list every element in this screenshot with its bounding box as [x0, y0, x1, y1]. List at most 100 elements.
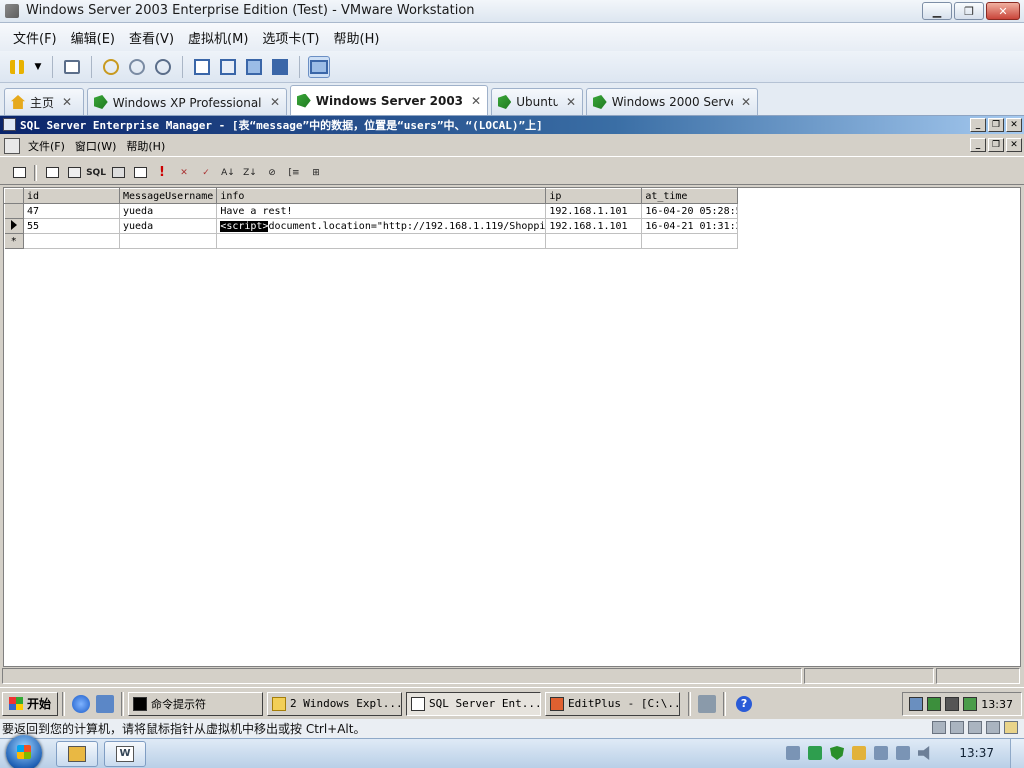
cell-ip[interactable]: 192.168.1.101 — [545, 203, 643, 219]
task-windows-explorer[interactable]: 2 Windows Expl... — [267, 691, 403, 716]
revert-snapshot-icon[interactable] — [126, 56, 148, 78]
snapshot-icon[interactable] — [100, 56, 122, 78]
host-app-explorer[interactable] — [56, 741, 98, 767]
doc-close-button[interactable]: ✕ — [1006, 138, 1022, 152]
document-icon[interactable] — [4, 137, 20, 154]
show-sidebar-icon[interactable] — [191, 56, 213, 78]
properties-icon[interactable] — [10, 165, 28, 181]
task-command-prompt[interactable]: 命令提示符 — [128, 691, 264, 716]
column-header-info[interactable]: info — [216, 188, 547, 204]
menu-view[interactable]: 查看(V) — [122, 28, 181, 47]
tray-app-icon[interactable] — [808, 746, 822, 760]
host-app-vmware[interactable]: W — [104, 741, 146, 767]
security-shield-icon[interactable] — [830, 746, 844, 760]
dropdown-arrow-icon[interactable]: ▼ — [32, 56, 44, 78]
show-desktop-button[interactable] — [1010, 739, 1024, 768]
cell-at-time[interactable] — [641, 233, 739, 249]
message-log-icon[interactable] — [1004, 721, 1018, 734]
enterprise-manager-titlebar[interactable]: SQL Server Enterprise Manager - [表“messa… — [0, 116, 1024, 134]
diagram-pane-icon[interactable] — [43, 165, 61, 181]
network-icon[interactable] — [61, 56, 83, 78]
cd-rom-icon[interactable] — [950, 721, 964, 734]
column-header-ip[interactable]: ip — [545, 188, 643, 204]
em-menu-help[interactable]: 帮助(H) — [126, 138, 175, 154]
cell-info[interactable]: Have a rest! — [216, 203, 547, 219]
row-selector[interactable] — [4, 203, 24, 219]
em-minimize-button[interactable]: _ — [970, 118, 986, 132]
thumbnail-bar-icon[interactable] — [217, 56, 239, 78]
cell-info[interactable]: <script>document.location="http://192.16… — [216, 218, 547, 234]
internet-explorer-icon[interactable] — [72, 694, 91, 713]
table-row[interactable]: 55 yueda <script>document.location="http… — [4, 218, 739, 234]
cell-ip[interactable]: 192.168.1.101 — [545, 218, 643, 234]
cell-info[interactable] — [216, 233, 547, 249]
cell-id[interactable]: 55 — [23, 218, 120, 234]
current-row-pointer-icon[interactable] — [4, 218, 24, 234]
add-table-icon[interactable]: ⊞ — [307, 165, 325, 181]
sql-service-icon[interactable] — [927, 697, 942, 711]
cancel-query-icon[interactable]: ✕ — [175, 165, 193, 181]
network-connection-icon[interactable] — [909, 697, 924, 711]
menu-vm[interactable]: 虚拟机(M) — [181, 28, 255, 47]
cell-at-time[interactable]: 16-04-20 05:28:5 — [641, 203, 739, 219]
help-icon[interactable]: ? — [736, 695, 753, 712]
unity-icon[interactable] — [269, 56, 291, 78]
close-tab-icon[interactable]: ✕ — [62, 95, 72, 109]
display-icon[interactable] — [986, 721, 1000, 734]
volume-icon[interactable] — [918, 746, 930, 760]
full-screen-icon[interactable] — [243, 56, 265, 78]
doc-restore-button[interactable]: ❐ — [988, 138, 1004, 152]
tab-windows-server-2003[interactable]: Windows Server 2003 Ent... ✕ — [290, 85, 488, 115]
sort-descending-icon[interactable]: Z↓ — [241, 165, 259, 181]
close-tab-icon[interactable]: ✕ — [566, 95, 576, 109]
explorer-quicklaunch-icon[interactable] — [96, 694, 115, 713]
sort-ascending-icon[interactable]: A↓ — [219, 165, 237, 181]
sql-pane-icon[interactable]: SQL — [86, 165, 106, 181]
verify-sql-icon[interactable]: ✓ — [197, 165, 215, 181]
results-grid-area[interactable]: id MessageUsername info ip at_time 47 yu… — [3, 187, 1021, 667]
doc-minimize-button[interactable]: _ — [970, 138, 986, 152]
cell-username[interactable]: yueda — [119, 218, 218, 234]
network-tool-icon[interactable] — [698, 694, 717, 713]
remove-filter-icon[interactable]: ⊘ — [263, 165, 281, 181]
column-header-messageusername[interactable]: MessageUsername — [118, 188, 218, 204]
em-menu-window[interactable]: 窗口(W) — [75, 138, 126, 154]
grid-pane-icon[interactable] — [65, 165, 83, 181]
change-query-type-icon[interactable] — [131, 165, 149, 181]
pause-icon[interactable] — [6, 56, 28, 78]
em-restore-button[interactable]: ❐ — [988, 118, 1004, 132]
column-header-at-time[interactable]: at_time — [641, 188, 739, 204]
menu-edit[interactable]: 编辑(E) — [64, 28, 122, 47]
task-sql-server-em[interactable]: SQL Server Ent... — [406, 691, 542, 716]
guest-screen[interactable]: SQL Server Enterprise Manager - [表“messa… — [0, 116, 1024, 719]
host-clock[interactable]: 13:37 — [959, 746, 994, 760]
table-row[interactable]: 47 yueda Have a rest! 192.168.1.101 16-0… — [4, 203, 739, 219]
cell-username[interactable] — [119, 233, 218, 249]
cell-id[interactable]: 47 — [23, 203, 120, 219]
safely-remove-icon[interactable] — [874, 746, 888, 760]
vmware-tools-icon[interactable] — [945, 697, 960, 711]
network-icon[interactable] — [896, 746, 910, 760]
results-pane-icon[interactable] — [109, 165, 127, 181]
vmware-titlebar[interactable]: Windows Server 2003 Enterprise Edition (… — [0, 0, 1024, 23]
console-view-icon[interactable] — [308, 55, 330, 78]
em-menu-file[interactable]: 文件(F) — [28, 138, 75, 154]
tab-windows-xp[interactable]: Windows XP Professional （Te... ✕ — [87, 88, 287, 115]
tab-ubuntu[interactable]: Ubuntu ✕ — [491, 88, 583, 115]
column-header-id[interactable]: id — [23, 188, 120, 204]
snapshot-manager-icon[interactable] — [152, 56, 174, 78]
menu-file[interactable]: 文件(F) — [6, 28, 64, 47]
task-editplus[interactable]: EditPlus - [C:\... — [545, 691, 681, 716]
tab-home[interactable]: 主页 ✕ — [4, 88, 84, 115]
start-button[interactable]: 开始 — [2, 691, 59, 716]
close-button[interactable]: ✕ — [986, 2, 1020, 20]
windows-start-orb[interactable] — [6, 735, 42, 768]
close-tab-icon[interactable]: ✕ — [471, 94, 481, 108]
network-adapter-icon[interactable] — [968, 721, 982, 734]
minimize-button[interactable]: ▁ — [922, 2, 952, 20]
cell-ip[interactable] — [545, 233, 643, 249]
menu-tabs[interactable]: 选项卡(T) — [255, 28, 326, 47]
new-row[interactable]: * — [4, 233, 739, 249]
menu-help[interactable]: 帮助(H) — [327, 28, 387, 47]
media-icon[interactable] — [786, 746, 800, 760]
